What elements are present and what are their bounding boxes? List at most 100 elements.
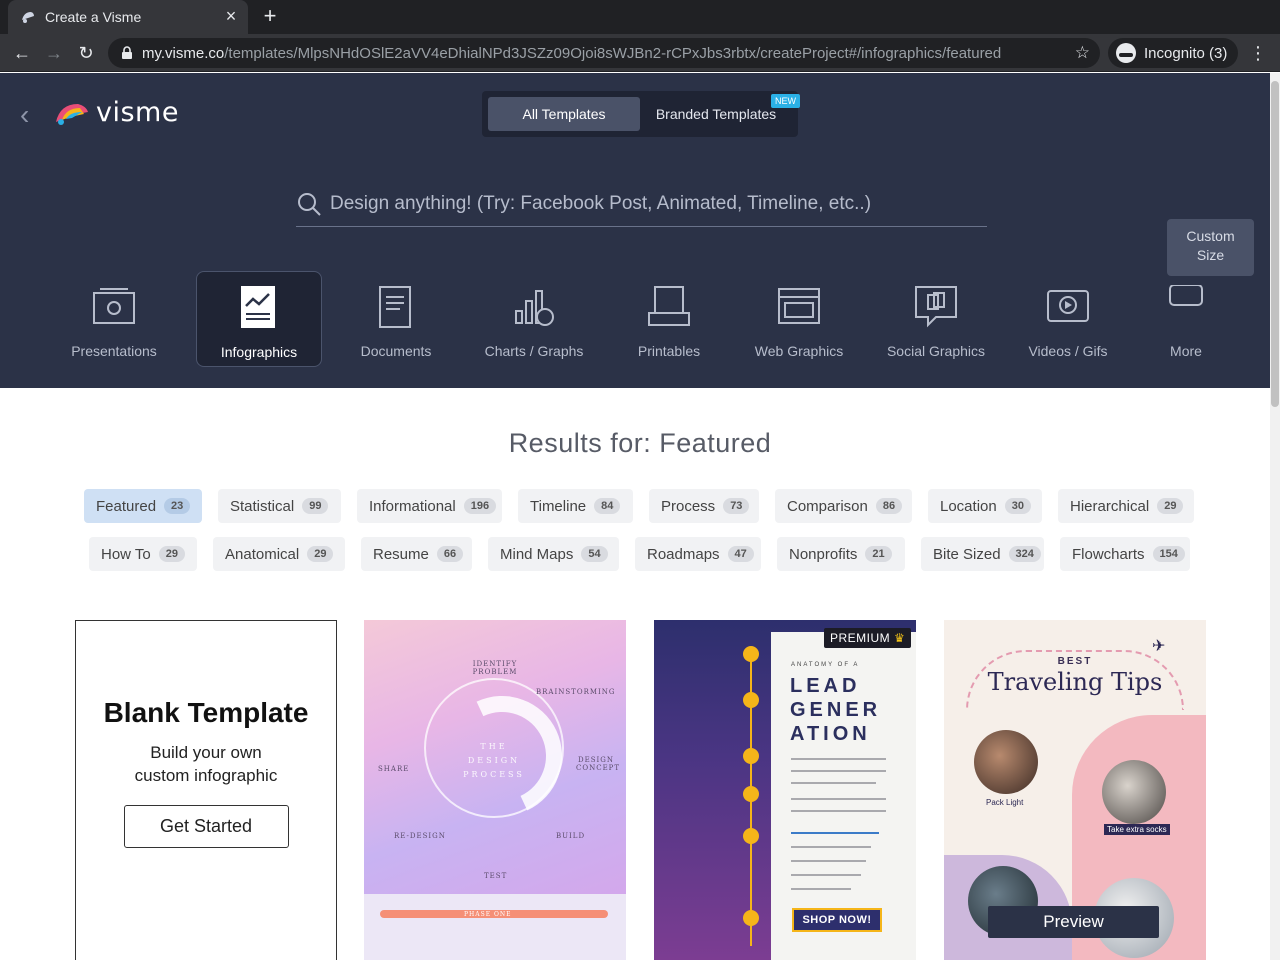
- filter-timeline[interactable]: Timeline 84: [518, 489, 633, 523]
- filter-label: Roadmaps: [647, 545, 720, 563]
- filter-anatomical[interactable]: Anatomical 29: [213, 537, 345, 571]
- all-templates-tab[interactable]: All Templates: [488, 97, 640, 131]
- filter-location[interactable]: Location 30: [928, 489, 1042, 523]
- filter-label: Nonprofits: [789, 545, 858, 563]
- new-tab-icon[interactable]: +: [258, 4, 282, 28]
- blank-template-title: Blank Template: [103, 697, 309, 728]
- timeline-dot: [743, 910, 759, 926]
- visme-logo[interactable]: visme: [54, 97, 179, 128]
- text-line: [791, 810, 886, 812]
- filter-comparison[interactable]: Comparison 86: [775, 489, 912, 523]
- scrollbar-thumb[interactable]: [1271, 81, 1279, 407]
- bookmark-star-icon[interactable]: ☆: [1075, 43, 1090, 63]
- filter-count: 73: [723, 498, 750, 514]
- category-videos-gifs[interactable]: Videos / Gifs: [1022, 271, 1114, 367]
- photo-luggage: [974, 730, 1038, 794]
- preview-button[interactable]: Preview: [988, 906, 1159, 938]
- branded-templates-tab[interactable]: Branded Templates: [644, 97, 788, 131]
- browser-tabbar: Create a Visme × +: [0, 0, 1280, 34]
- filter-hierarchical[interactable]: Hierarchical 29: [1058, 489, 1194, 523]
- social-graphic-icon: [915, 286, 957, 328]
- blank-template-card[interactable]: Blank Template Build your own custom inf…: [75, 620, 337, 960]
- infographic-icon: [241, 286, 275, 328]
- branded-templates-label: Branded Templates: [655, 106, 777, 122]
- blank-line2: custom infographic: [134, 766, 278, 785]
- page-scrollbar[interactable]: [1270, 73, 1280, 960]
- browser-tab[interactable]: Create a Visme ×: [8, 0, 248, 34]
- filter-label: Mind Maps: [500, 545, 574, 563]
- filter-mind-maps[interactable]: Mind Maps 54: [488, 537, 619, 571]
- blank-line1: Build your own: [150, 743, 262, 762]
- search-input[interactable]: [330, 192, 980, 215]
- custom-size-button[interactable]: Custom Size: [1167, 219, 1254, 276]
- filter-bite-sized[interactable]: Bite Sized 324: [921, 537, 1044, 571]
- center-line2: DESIGN: [467, 756, 521, 765]
- template-card-traveling-tips[interactable]: BEST Traveling Tips ✈ Pack Light Take ex…: [944, 620, 1206, 960]
- category-more[interactable]: More: [1158, 271, 1214, 367]
- visme-logo-icon: [56, 103, 88, 125]
- title-line3: ATION: [790, 723, 871, 745]
- filter-label: Featured: [96, 497, 157, 515]
- category-web-graphics[interactable]: Web Graphics: [746, 271, 852, 367]
- filter-roadmaps[interactable]: Roadmaps 47: [635, 537, 761, 571]
- category-label: Web Graphics: [754, 343, 844, 359]
- results-title: Results for: Featured: [508, 428, 772, 458]
- get-started-button[interactable]: Get Started: [123, 805, 289, 848]
- text-line: [791, 874, 861, 876]
- title-line2: GENER: [790, 699, 882, 721]
- category-social-graphics[interactable]: Social Graphics: [882, 271, 990, 367]
- video-icon: [1047, 290, 1089, 322]
- photo-socks: [1102, 760, 1166, 824]
- filter-label: Flowcharts: [1072, 545, 1145, 563]
- filter-count: 23: [164, 498, 191, 514]
- tab-title: Create a Visme: [45, 9, 142, 25]
- timeline-dot: [743, 646, 759, 662]
- back-chevron-icon[interactable]: ‹: [20, 99, 29, 131]
- filter-nonprofits[interactable]: Nonprofits 21: [777, 537, 905, 571]
- category-label: Documents: [360, 343, 432, 359]
- printer-icon: [648, 286, 690, 326]
- text-line: [791, 798, 886, 800]
- filter-flowcharts[interactable]: Flowcharts 154: [1060, 537, 1190, 571]
- incognito-indicator[interactable]: Incognito (3): [1108, 38, 1238, 68]
- filter-process[interactable]: Process 73: [649, 489, 759, 523]
- filter-label: Location: [940, 497, 997, 515]
- back-arrow-icon[interactable]: ←: [10, 41, 34, 65]
- category-presentations[interactable]: Presentations: [60, 271, 168, 367]
- filter-informational[interactable]: Informational 196: [357, 489, 502, 523]
- filter-label: How To: [101, 545, 151, 563]
- close-tab-icon[interactable]: ×: [222, 7, 240, 26]
- filter-how-to[interactable]: How To 29: [89, 537, 197, 571]
- create-header: ‹ visme All Templates Branded Templates …: [0, 73, 1270, 388]
- filter-label: Statistical: [230, 497, 295, 515]
- category-charts-graphs[interactable]: Charts / Graphs: [474, 271, 594, 367]
- browser-menu-icon[interactable]: ⋮: [1246, 41, 1270, 65]
- filter-statistical[interactable]: Statistical 99: [218, 489, 341, 523]
- search-bar: [296, 181, 987, 227]
- category-documents[interactable]: Documents: [346, 271, 446, 367]
- traveling-tips-title: Traveling Tips: [987, 668, 1163, 696]
- address-bar[interactable]: my.visme.co/templates/MlpsNHdOSlE2aVV4eD…: [108, 38, 1100, 68]
- filter-label: Informational: [369, 497, 456, 515]
- reload-icon[interactable]: ↻: [74, 41, 98, 65]
- premium-badge: PREMIUM ♛: [824, 628, 912, 648]
- filter-featured[interactable]: Featured 23: [84, 489, 202, 523]
- timeline-dot: [743, 828, 759, 844]
- category-infographics[interactable]: Infographics: [196, 271, 322, 367]
- title-line1: LEAD: [790, 675, 861, 697]
- presentation-icon: [93, 288, 135, 324]
- visme-favicon-icon: [22, 12, 34, 23]
- anatomy-label: ANATOMY OF A: [791, 662, 860, 668]
- browser-toolbar: ← → ↻ my.visme.co/templates/MlpsNHdOSlE2…: [0, 34, 1280, 72]
- forward-arrow-icon[interactable]: →: [42, 41, 66, 65]
- timeline-dot: [743, 692, 759, 708]
- template-card-lead-generation[interactable]: PREMIUM ♛ ANATOMY OF A LEAD GENER ATION …: [654, 620, 916, 960]
- filter-count: 29: [1157, 498, 1184, 514]
- shop-now-label: SHOP NOW!: [792, 908, 882, 932]
- filter-label: Bite Sized: [933, 545, 1001, 563]
- pack-light-label: Pack Light: [986, 798, 1024, 807]
- template-card-design-process[interactable]: THE DESIGN PROCESS IDENTIFY PROBLEM BRAI…: [364, 620, 626, 960]
- brainstorming-label: BRAINSTORMING: [536, 688, 616, 696]
- category-printables[interactable]: Printables: [618, 271, 720, 367]
- filter-resume[interactable]: Resume 66: [361, 537, 472, 571]
